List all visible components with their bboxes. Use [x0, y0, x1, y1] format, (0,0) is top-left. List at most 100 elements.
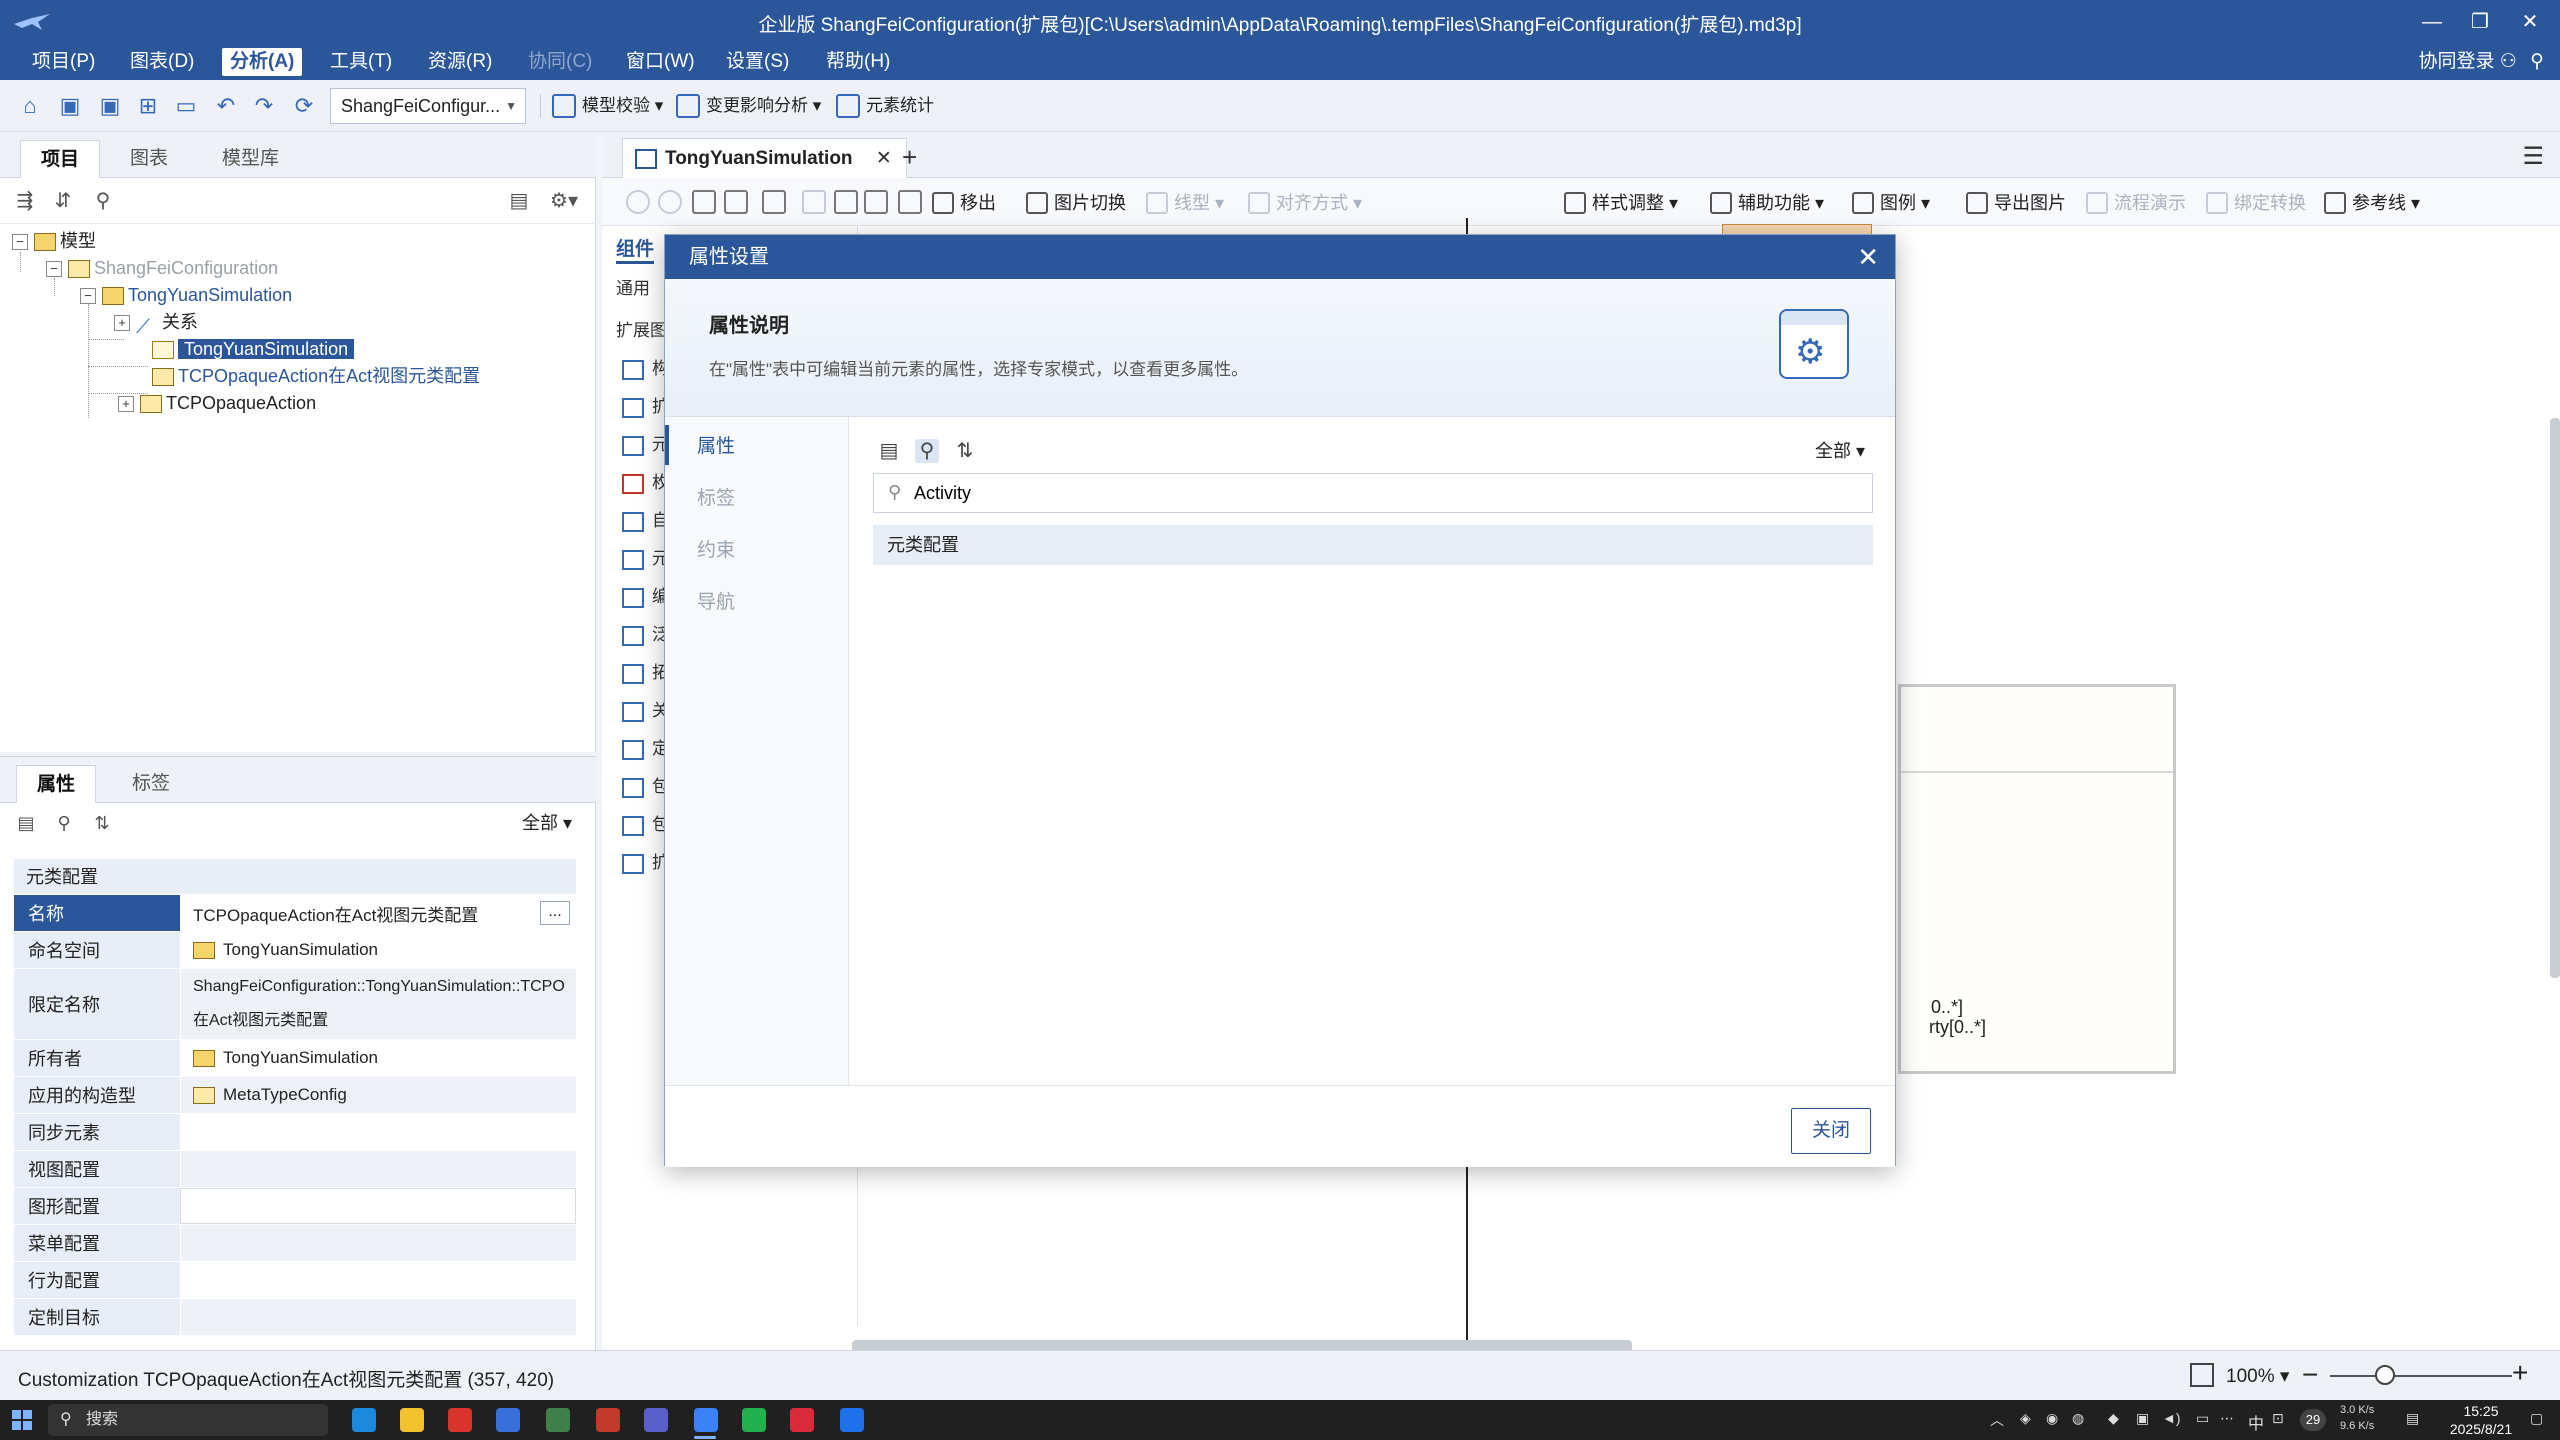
palette-section-general[interactable]: 通用 [616, 274, 650, 299]
modeling-app-icon[interactable] [694, 1408, 718, 1432]
save-icon[interactable]: ▣ [56, 92, 84, 120]
tray-wechat-icon[interactable]: ◆ [2108, 1410, 2119, 1427]
filter-dropdown[interactable]: 全部 ▾ [1815, 439, 1865, 463]
menu-window[interactable]: 窗口(W) [618, 48, 703, 76]
tray-app-icon[interactable]: ◈ [2020, 1410, 2031, 1427]
tray-app-icon[interactable]: ⊡ [2272, 1410, 2284, 1427]
menu-diagram[interactable]: 图表(D) [122, 48, 202, 76]
palette-item[interactable]: 元 [622, 430, 669, 456]
tree-node-action[interactable]: + TCPOpaqueAction [118, 390, 316, 416]
palette-item[interactable]: 扩 [622, 392, 669, 418]
close-tab-icon[interactable]: ✕ [876, 148, 892, 169]
redo-icon[interactable]: ↷ [250, 92, 278, 120]
undo-icon[interactable]: ↶ [212, 92, 240, 120]
select-icon[interactable] [762, 190, 786, 214]
list-view-icon[interactable]: ▤ [877, 439, 901, 463]
sort-icon[interactable]: ⇅ [953, 439, 977, 463]
maximize-button[interactable]: ❐ [2460, 6, 2500, 38]
paste-icon[interactable] [864, 190, 888, 214]
property-value[interactable] [180, 1299, 576, 1335]
app-icon[interactable] [496, 1408, 520, 1432]
ref-line-button[interactable]: 参考线 ▾ [2324, 190, 2420, 216]
property-search-input[interactable] [914, 478, 1814, 508]
property-row-namespace[interactable]: 命名空间 TongYuanSimulation [14, 932, 576, 969]
notification-badge[interactable]: 29 [2300, 1409, 2326, 1431]
save-all-icon[interactable]: ▣ [96, 92, 124, 120]
vertical-scrollbar[interactable] [2550, 418, 2560, 978]
property-row-menu-config[interactable]: 菜单配置 [14, 1225, 576, 1262]
property-row-view-config[interactable]: 视图配置 [14, 1151, 576, 1188]
menu-resources[interactable]: 资源(R) [420, 48, 500, 76]
tree-node-relations[interactable]: + ⟋ 关系 [114, 309, 198, 338]
sidebar-item-constraints[interactable]: 约束 [697, 535, 735, 562]
project-combo[interactable]: ShangFeiConfigur... ▼ [330, 88, 526, 124]
property-row-name[interactable]: 名称 TCPOpaqueAction在Act视图元类配置... [14, 895, 576, 932]
export-image-button[interactable]: 导出图片 [1966, 190, 2066, 216]
search-icon[interactable]: ⚲ [52, 811, 76, 835]
layers-icon[interactable] [692, 190, 716, 214]
system-clock[interactable]: 15:25 2025/8/21 [2436, 1402, 2526, 1438]
zoom-level[interactable]: 100% ▾ [2226, 1365, 2289, 1388]
search-icon[interactable]: ⚲ [90, 188, 116, 214]
collapse-icon[interactable]: − [80, 288, 96, 305]
menu-analysis[interactable]: 分析(A) [222, 48, 303, 76]
tab-model-library[interactable]: 模型库 [202, 140, 299, 178]
image-switch-button[interactable]: 图片切换 [1026, 190, 1126, 216]
app-icon[interactable] [596, 1408, 620, 1432]
zoom-slider[interactable] [2330, 1375, 2512, 1377]
close-button[interactable]: 关闭 [1791, 1108, 1871, 1154]
property-row-qualified-name[interactable]: 限定名称 ShangFeiConfiguration::TongYuanSimu… [14, 969, 576, 1040]
collapse-icon[interactable]: − [46, 261, 62, 278]
expand-all-icon[interactable]: ⇵ [50, 188, 76, 214]
zoom-out-icon[interactable]: − [2302, 1359, 2318, 1391]
assist-button[interactable]: 辅助功能 ▾ [1710, 190, 1824, 216]
tray-chevron-icon[interactable]: ︿ [1990, 1410, 2004, 1430]
menu-icon[interactable]: ☰ [2522, 142, 2544, 171]
property-value[interactable]: ShangFeiConfiguration::TongYuanSimulatio… [180, 969, 576, 1039]
tray-app-icon[interactable]: ◍ [2072, 1410, 2084, 1427]
palette-item[interactable]: 扩 [622, 848, 669, 874]
menu-help[interactable]: 帮助(H) [818, 48, 898, 76]
collab-login[interactable]: 协同登录 ⚇ ⚲ [2418, 48, 2544, 76]
tree-node-config[interactable]: − ShangFeiConfiguration [46, 255, 278, 281]
volume-icon[interactable]: ◄) [2162, 1410, 2181, 1426]
fit-to-screen-icon[interactable] [2190, 1363, 2214, 1387]
palette-item[interactable]: 构 [622, 354, 669, 380]
model-check-button[interactable]: 模型校验 ▾ [552, 90, 663, 122]
home-icon[interactable]: ⌂ [16, 92, 44, 120]
palette-item[interactable]: 编 [622, 582, 669, 608]
property-row-target[interactable]: 定制目标 [14, 1299, 576, 1336]
file-explorer-icon[interactable] [400, 1408, 424, 1432]
tray-app-icon[interactable]: ▭ [2196, 1410, 2209, 1427]
palette-item[interactable]: 泛 [622, 620, 669, 646]
palette-item[interactable]: 包 [622, 772, 669, 798]
property-value[interactable]: TongYuanSimulation [180, 1040, 576, 1076]
network-icon[interactable]: ⋯ [2220, 1410, 2234, 1427]
property-row-shape-config[interactable]: 图形配置 [14, 1188, 576, 1225]
property-value[interactable] [180, 1262, 576, 1298]
collab-login-label[interactable]: 协同登录 [2418, 51, 2494, 72]
taskbar-search[interactable]: ⚲ 搜索 [48, 1404, 328, 1436]
windows-start-icon[interactable] [12, 1410, 32, 1430]
wps-icon[interactable] [448, 1408, 472, 1432]
tree-node-selected[interactable]: TongYuanSimulation [152, 336, 355, 362]
list-view-icon[interactable]: ▤ [14, 811, 38, 835]
delete-icon[interactable] [898, 190, 922, 214]
notification-icon[interactable]: ▢ [2530, 1410, 2543, 1427]
search-result-row[interactable]: 元类配置 [873, 525, 1873, 565]
menu-tools[interactable]: 工具(T) [322, 48, 400, 76]
tray-app-icon[interactable]: ▣ [2136, 1410, 2149, 1427]
collapse-all-icon[interactable]: ⇶ [12, 188, 38, 214]
property-row-stereotype[interactable]: 应用的构造型 MetaTypeConfig [14, 1077, 576, 1114]
settings-gear-icon[interactable]: ⚙▾ [544, 188, 584, 214]
dialog-close-icon[interactable]: ✕ [1857, 235, 1879, 279]
property-row-owner[interactable]: 所有者 TongYuanSimulation [14, 1040, 576, 1077]
collapse-icon[interactable]: − [12, 234, 28, 251]
locate-folder-icon[interactable]: ▤ [506, 188, 532, 214]
tree-node-customization[interactable]: TCPOpaqueAction在Act视图元类配置 [152, 363, 480, 389]
property-value[interactable] [180, 1188, 576, 1224]
add-tab-icon[interactable]: + [902, 142, 917, 173]
more-button[interactable]: ... [540, 901, 570, 925]
close-window-button[interactable]: ✕ [2510, 6, 2550, 38]
palette-item[interactable]: 自 [622, 506, 669, 532]
